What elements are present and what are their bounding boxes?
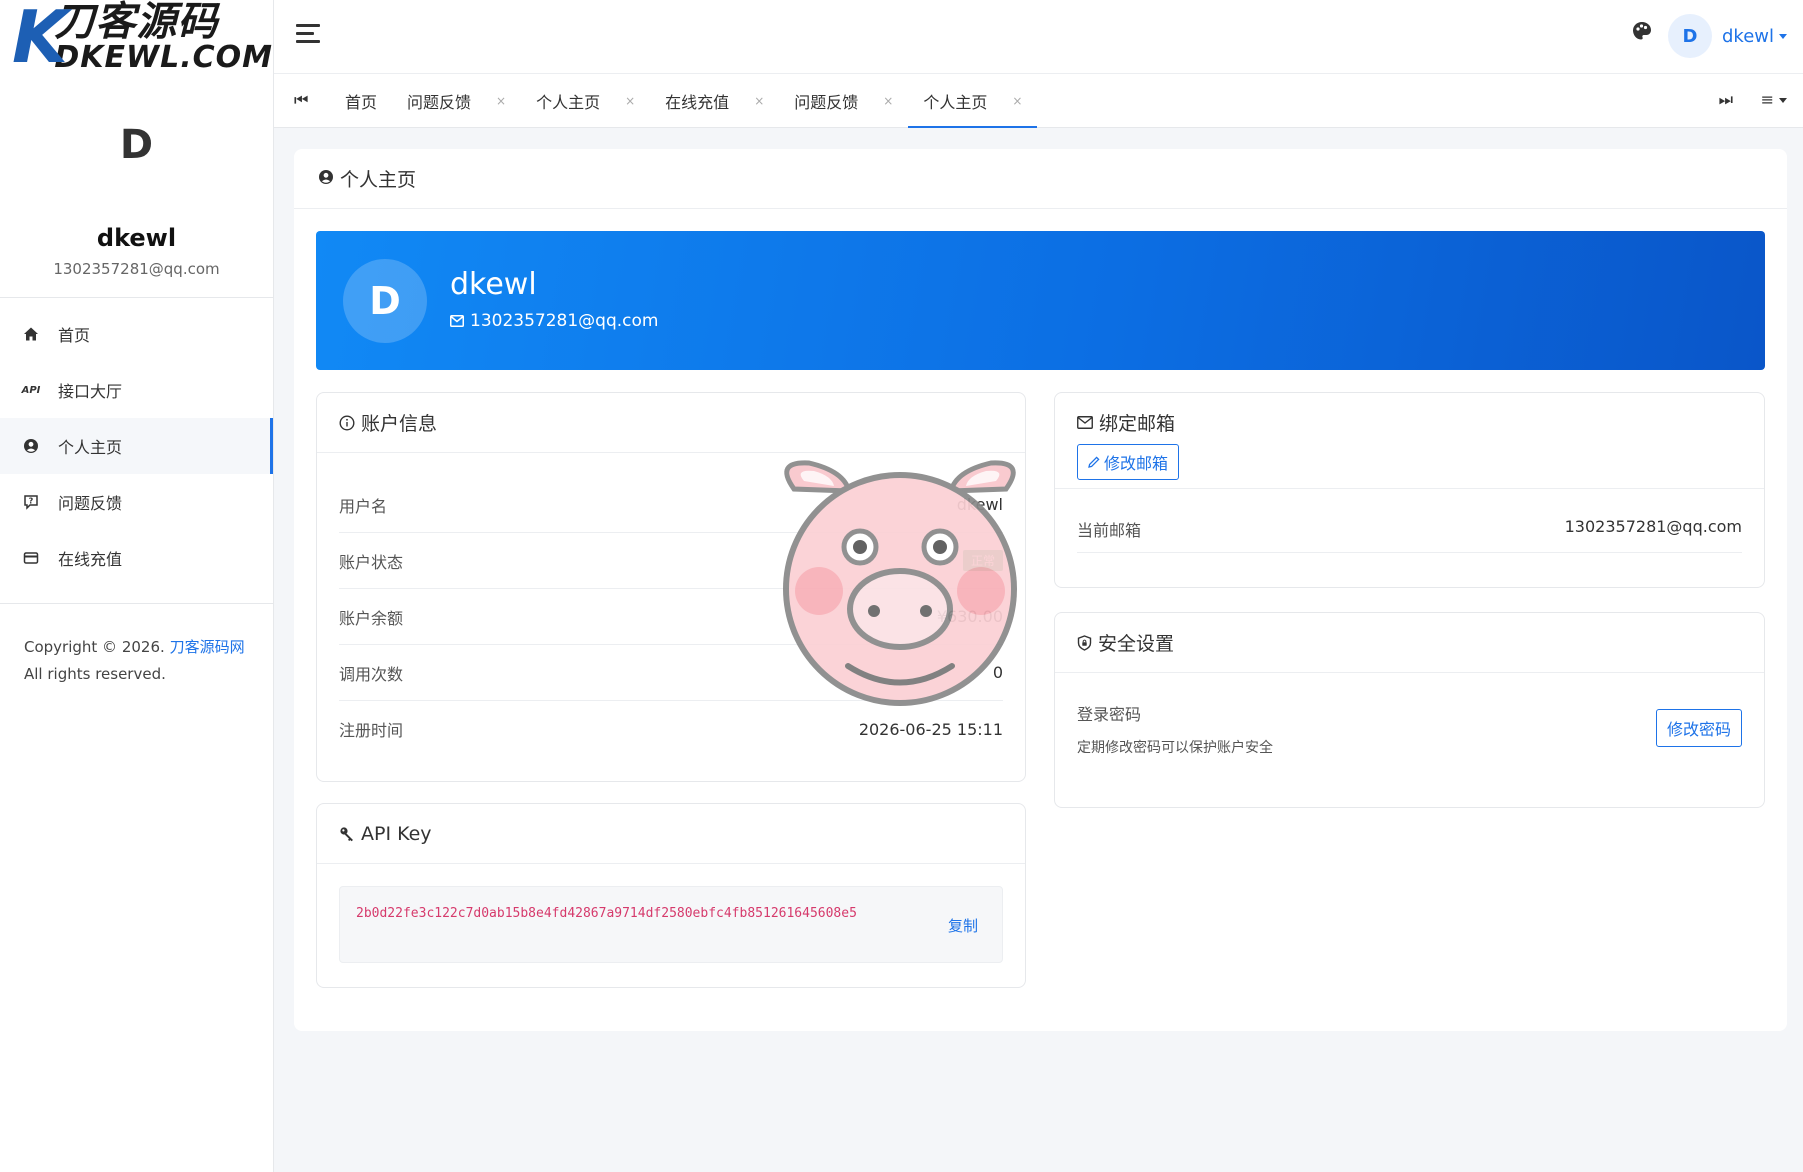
- account-row-calls: 调用次数 0: [339, 645, 1003, 701]
- tab-feedback-2[interactable]: 问题反馈 ×: [779, 74, 908, 128]
- api-key-box: 2b0d22fe3c122c7d0ab15b8e4fd42867a9714df2…: [339, 886, 1003, 963]
- api-key-card: API Key 2b0d22fe3c122c7d0ab15b8e4fd42867…: [316, 803, 1026, 988]
- sidebar-item-label: 接口大厅: [58, 382, 123, 401]
- copy-button[interactable]: 复制: [948, 915, 978, 936]
- pencil-icon: [1088, 456, 1100, 468]
- svg-text:?: ?: [29, 497, 34, 506]
- sidebar-item-api[interactable]: API 接口大厅: [0, 362, 273, 418]
- user-circle-icon: [318, 168, 334, 190]
- tab-close-icon[interactable]: ×: [1012, 94, 1022, 108]
- api-key-title: API Key: [317, 804, 1025, 864]
- envelope-icon: [1077, 416, 1093, 429]
- user-menu[interactable]: D dkewl: [1667, 14, 1787, 58]
- sidebar-email: 1302357281@qq.com: [53, 260, 220, 278]
- user-circle-icon: [22, 437, 40, 455]
- account-row-registered: 注册时间 2026-06-25 15:11: [339, 719, 1003, 741]
- change-password-button[interactable]: 修改密码: [1655, 709, 1742, 747]
- account-row-balance: 账户余额 ¥630.00: [339, 589, 1003, 645]
- account-info-title: 账户信息: [317, 393, 1025, 453]
- shield-icon: [1077, 634, 1092, 651]
- tab-profile-active[interactable]: 个人主页 ×: [908, 74, 1038, 128]
- sidebar-item-feedback[interactable]: ? 问题反馈: [0, 474, 273, 530]
- main-panel: 个人主页 D dkewl 1302357281@qq.com 账户信息 用户名 d…: [294, 149, 1787, 1031]
- tab-scroll-right-icon[interactable]: ⏭: [1719, 90, 1733, 110]
- tab-close-icon[interactable]: ×: [883, 94, 893, 108]
- sidebar-item-recharge[interactable]: 在线充值: [0, 530, 273, 586]
- security-title: 安全设置: [1055, 613, 1764, 673]
- security-card: 安全设置 登录密码 定期修改密码可以保护账户安全 修改密码: [1054, 612, 1765, 808]
- edit-email-button[interactable]: 修改邮箱: [1077, 444, 1180, 480]
- status-badge: 正常: [962, 550, 1003, 571]
- brand-logo[interactable]: K 刀客源码 DKEWL.COM: [0, 0, 273, 74]
- sidebar-item-label: 问题反馈: [58, 494, 123, 513]
- account-row-username: 用户名 dkewl: [339, 477, 1003, 533]
- hero-username: dkewl: [450, 267, 537, 302]
- sidebar-item-label: 在线充值: [58, 550, 123, 569]
- tab-scroll-left-icon[interactable]: ⏮: [294, 90, 308, 110]
- api-icon: API: [21, 384, 41, 396]
- chevron-down-icon: [1779, 33, 1787, 39]
- card-icon: [22, 549, 40, 567]
- password-description: 定期修改密码可以保护账户安全: [1077, 740, 1273, 756]
- sidebar-username: dkewl: [96, 224, 177, 252]
- tab-options-icon[interactable]: ≡: [1761, 90, 1787, 109]
- tab-home[interactable]: 首页: [330, 74, 392, 128]
- envelope-icon: [450, 315, 464, 327]
- sidebar-nav: 首页 API 接口大厅 个人主页 ? 问题反馈 在线充值: [0, 298, 273, 604]
- top-header: D dkewl: [274, 0, 1803, 74]
- sidebar-avatar: D: [119, 122, 154, 168]
- tab-close-icon[interactable]: ×: [625, 94, 635, 108]
- sidebar-item-label: 个人主页: [58, 438, 123, 457]
- tab-recharge[interactable]: 在线充值 ×: [650, 74, 779, 128]
- sidebar: K 刀客源码 DKEWL.COM D dkewl 1302357281@qq.c…: [0, 0, 274, 1172]
- tab-close-icon[interactable]: ×: [496, 94, 506, 108]
- account-row-status: 账户状态 正常: [339, 533, 1003, 589]
- tab-profile[interactable]: 个人主页 ×: [521, 74, 650, 128]
- avatar: D: [1667, 14, 1712, 58]
- tab-bar: ⏮ 首页 问题反馈 × 个人主页 × 在线充值 × 问题反馈 × 个人主页 × ⏭ ≡: [274, 74, 1803, 128]
- bind-email-card: 绑定邮箱 修改邮箱 当前邮箱 1302357281@qq.com: [1054, 392, 1765, 588]
- tab-feedback[interactable]: 问题反馈 ×: [392, 74, 521, 128]
- palette-icon[interactable]: [1631, 20, 1653, 42]
- api-key-value[interactable]: 2b0d22fe3c122c7d0ab15b8e4fd42867a9714df2…: [356, 901, 926, 927]
- logo-text-en: DKEWL.COM: [54, 40, 273, 75]
- logo-text-cn: 刀客源码: [54, 0, 219, 45]
- sidebar-item-home[interactable]: 首页: [0, 306, 273, 362]
- sidebar-item-profile[interactable]: 个人主页: [0, 418, 273, 474]
- sidebar-profile: D dkewl 1302357281@qq.com: [0, 74, 273, 298]
- account-info-card: 账户信息 用户名 dkewl 账户状态 正常 账户余额 ¥630.00 调用次数 0 注…: [316, 392, 1026, 782]
- password-label: 登录密码: [1077, 705, 1142, 724]
- menu-toggle-icon[interactable]: [296, 24, 320, 44]
- key-icon: [339, 826, 355, 842]
- current-email-row: 当前邮箱 1302357281@qq.com: [1077, 517, 1742, 553]
- profile-hero: D dkewl 1302357281@qq.com: [316, 231, 1765, 370]
- hero-email: 1302357281@qq.com: [450, 311, 658, 331]
- copyright: Copyright © 2026. 刀客源码网 All rights reser…: [24, 638, 245, 683]
- header-username: dkewl: [1721, 25, 1774, 47]
- sidebar-item-label: 首页: [58, 326, 91, 345]
- home-icon: [22, 325, 40, 343]
- info-icon: [339, 414, 355, 431]
- feedback-icon: ?: [22, 493, 40, 511]
- bind-email-title: 绑定邮箱: [1077, 409, 1742, 436]
- hero-avatar: D: [343, 259, 427, 343]
- page-title: 个人主页: [294, 149, 1787, 209]
- logo-mark: K: [12, 0, 68, 79]
- copyright-link[interactable]: 刀客源码网: [170, 638, 245, 656]
- tab-close-icon[interactable]: ×: [754, 94, 764, 108]
